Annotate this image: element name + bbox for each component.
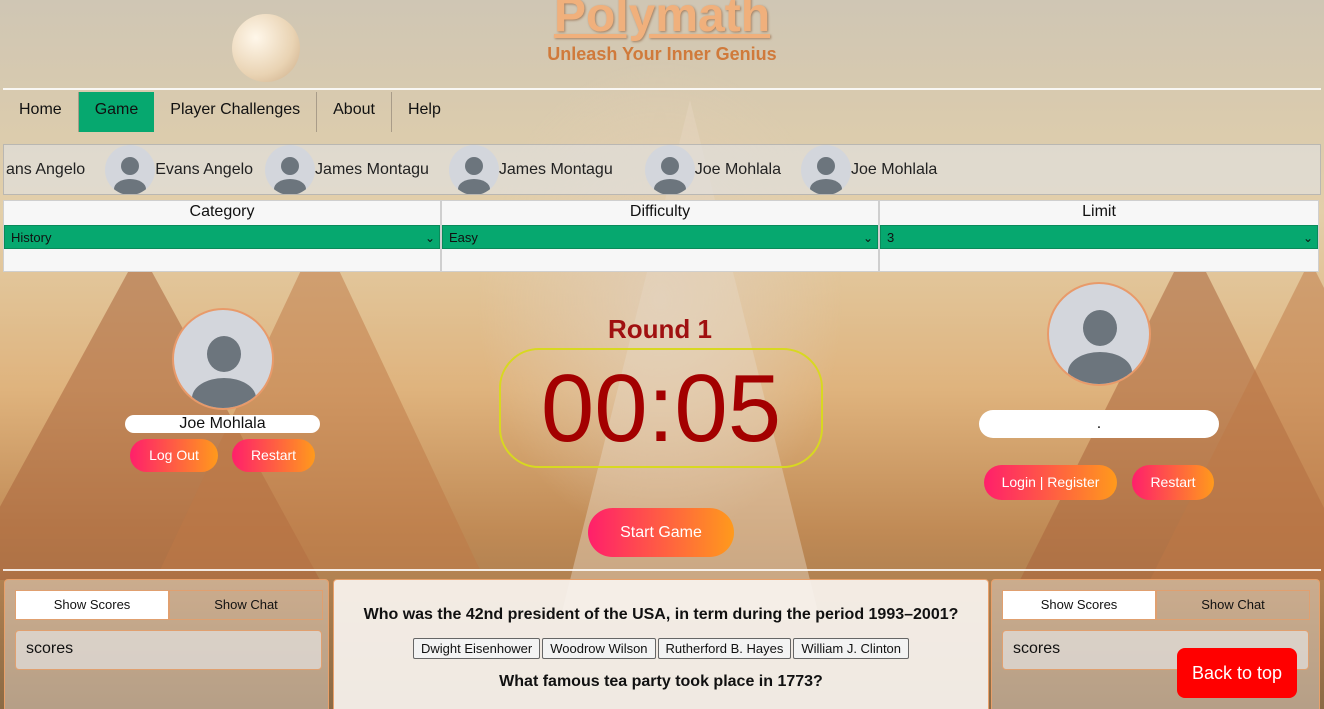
player-name[interactable]: Joe Mohlala	[695, 161, 781, 179]
chevron-down-icon: ⌄	[1302, 231, 1313, 245]
player-name[interactable]: James Montagu	[315, 161, 429, 179]
category-setting: Category History ⌄	[3, 200, 441, 272]
logout-button[interactable]: Log Out	[130, 439, 218, 472]
right-show-chat-tab[interactable]: Show Chat	[1156, 590, 1310, 620]
nav-home[interactable]: Home	[3, 92, 79, 132]
site-subtitle: Unleash Your Inner Genius	[547, 44, 777, 64]
player2-name: .	[979, 410, 1219, 438]
answer-option[interactable]: Rutherford B. Hayes	[657, 638, 792, 659]
left-scores-panel: Show Scores Show Chat scores	[4, 579, 329, 709]
back-to-top-button[interactable]: Back to top	[1177, 648, 1297, 698]
category-label: Category	[189, 203, 255, 220]
avatar-icon	[644, 145, 695, 194]
player-name[interactable]: Evans Angelo	[155, 161, 253, 179]
avatar-icon	[265, 145, 316, 194]
limit-label: Limit	[1082, 203, 1116, 220]
category-select[interactable]: History ⌄	[4, 225, 440, 249]
round-label: Round 1	[608, 314, 712, 344]
game-settings: Category History ⌄ Difficulty Easy ⌄ Lim…	[3, 200, 1319, 272]
player-name[interactable]: Joe Mohlala	[851, 161, 937, 179]
chevron-down-icon: ⌄	[862, 231, 873, 245]
avatar-icon	[801, 145, 852, 194]
player2-restart-button[interactable]: Restart	[1132, 465, 1214, 500]
player1-name: Joe Mohlala	[125, 415, 320, 433]
player1-restart-button[interactable]: Restart	[232, 439, 315, 472]
nav-player-challenges[interactable]: Player Challenges	[154, 92, 318, 132]
left-scores-box: scores	[15, 630, 322, 670]
left-show-scores-tab[interactable]: Show Scores	[15, 590, 169, 620]
answer-options: Dwight Eisenhower Woodrow Wilson Rutherf…	[334, 638, 988, 659]
site-title[interactable]: Polymath	[0, 0, 1324, 40]
questions-panel: Who was the 42nd president of the USA, i…	[333, 579, 989, 709]
start-game-button[interactable]: Start Game	[588, 508, 734, 557]
category-value: History	[11, 230, 52, 245]
limit-select[interactable]: 3 ⌄	[880, 225, 1318, 249]
avatar-icon	[448, 145, 499, 194]
answer-option[interactable]: Dwight Eisenhower	[412, 638, 541, 659]
nav-game[interactable]: Game	[78, 92, 155, 132]
nav-about[interactable]: About	[317, 92, 392, 132]
login-register-button[interactable]: Login | Register	[984, 465, 1117, 500]
avatar-icon	[105, 145, 156, 194]
timer-box: 00:05	[499, 348, 823, 468]
divider	[3, 569, 1321, 571]
difficulty-setting: Difficulty Easy ⌄	[441, 200, 879, 272]
left-show-chat-tab[interactable]: Show Chat	[169, 590, 323, 620]
player-name[interactable]: ans Angelo	[6, 161, 85, 179]
main-nav: Home Game Player Challenges About Help	[3, 92, 457, 134]
chevron-down-icon: ⌄	[424, 231, 435, 245]
player1-avatar	[172, 308, 274, 410]
difficulty-select[interactable]: Easy ⌄	[442, 225, 878, 249]
answer-option[interactable]: Woodrow Wilson	[542, 638, 656, 659]
online-players-ticker: ans Angelo Evans Angelo James Montagu Ja…	[3, 144, 1321, 195]
question-text: Who was the 42nd president of the USA, i…	[363, 606, 959, 623]
right-show-scores-tab[interactable]: Show Scores	[1002, 590, 1156, 620]
limit-setting: Limit 3 ⌄	[879, 200, 1319, 272]
question-text: What famous tea party took place in 1773…	[499, 673, 823, 690]
player2-avatar	[1047, 282, 1151, 386]
countdown-timer: 00:05	[540, 355, 782, 462]
difficulty-label: Difficulty	[629, 203, 691, 220]
player-name[interactable]: James Montagu	[499, 161, 613, 179]
limit-value: 3	[887, 230, 895, 245]
divider	[3, 88, 1321, 90]
answer-option[interactable]: William J. Clinton	[793, 638, 910, 659]
difficulty-value: Easy	[449, 230, 478, 245]
nav-help[interactable]: Help	[392, 92, 457, 132]
site-header: Polymath Unleash Your Inner Genius	[0, 0, 1324, 65]
